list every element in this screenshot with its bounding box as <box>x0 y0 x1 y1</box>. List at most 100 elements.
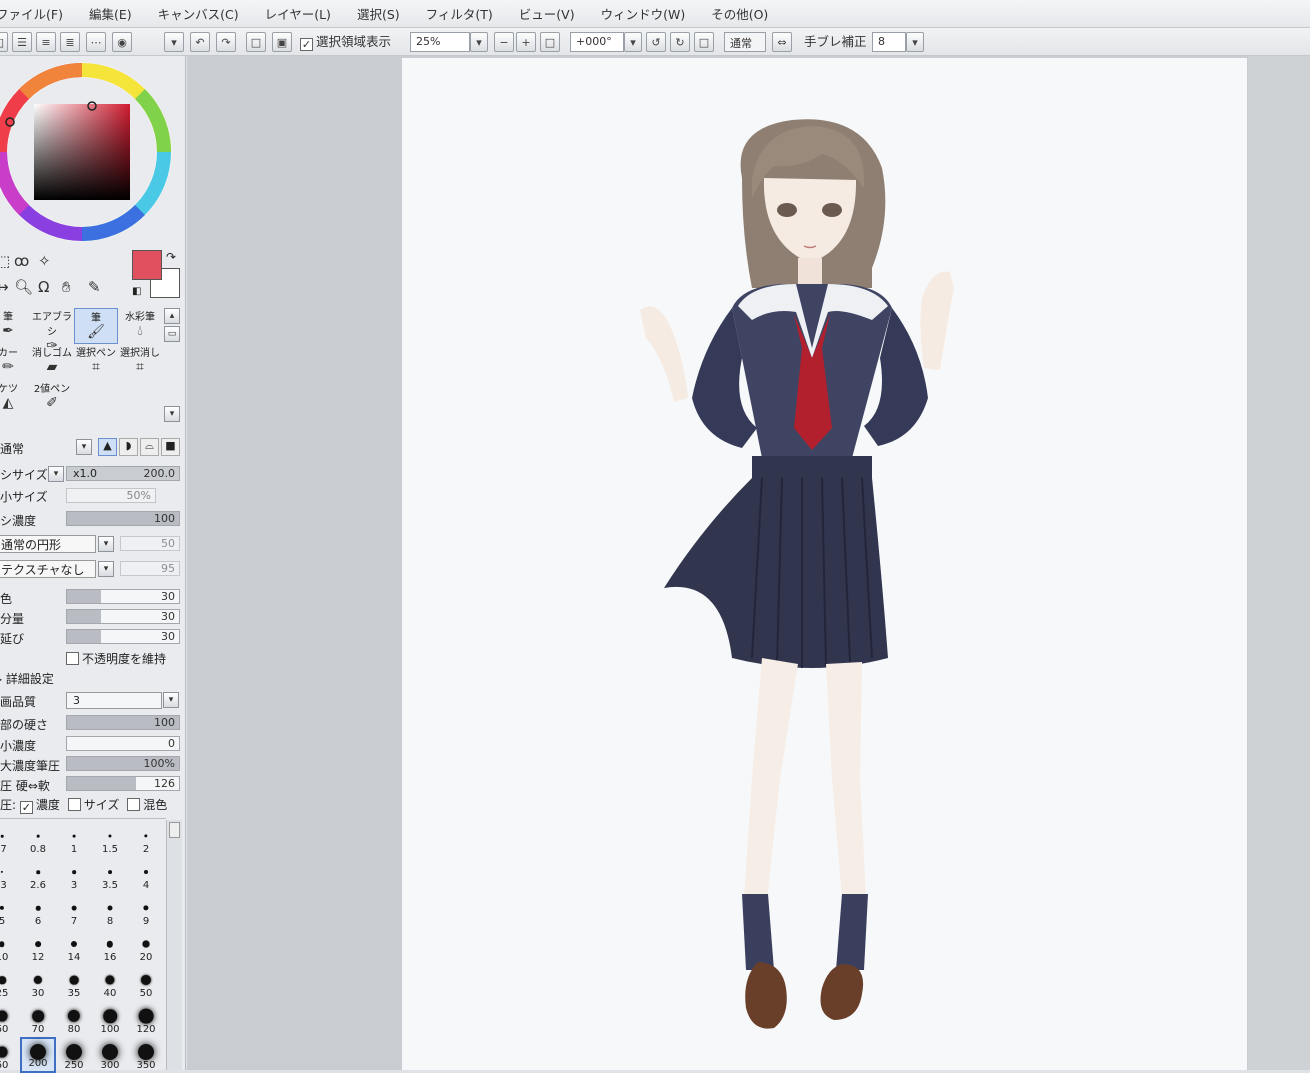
brush-preset[interactable]: 250 <box>56 1037 92 1073</box>
brush-preset[interactable]: 4 <box>128 857 164 893</box>
rotate-left-icon[interactable]: ↺ <box>646 32 666 52</box>
brush-preset[interactable]: 40 <box>92 965 128 1001</box>
mix-slider[interactable]: 30 <box>66 589 180 604</box>
tool-scroll-up-icon[interactable]: ▴ <box>164 308 180 324</box>
rotation-field[interactable]: +000° <box>570 32 624 52</box>
pressure-density-checkbox[interactable]: ✓ <box>19 801 33 814</box>
brush-preset[interactable]: 9 <box>128 893 164 929</box>
tool-brush[interactable]: 筆 🖌︎ <box>74 308 118 344</box>
hand-icon[interactable]: ✋︎ <box>62 278 71 296</box>
menu-select[interactable]: 選択(S) <box>357 4 400 23</box>
panel-layout-icon[interactable]: ▯ <box>0 32 8 52</box>
tool-select-erase[interactable]: 選択消し ⌗ <box>118 344 162 380</box>
rotate-right-icon[interactable]: ↻ <box>670 32 690 52</box>
brush-preset[interactable]: 0.8 <box>20 821 56 857</box>
brush-preset[interactable]: 25 <box>0 965 20 1001</box>
color-wheel[interactable] <box>0 60 174 244</box>
primary-color-swatch[interactable] <box>132 250 162 280</box>
brush-texture-select[interactable]: テクスチャなし <box>0 560 96 578</box>
menu-canvas[interactable]: キャンバス(C) <box>158 4 239 23</box>
menu-layer[interactable]: レイヤー(L) <box>265 4 331 23</box>
tool-airbrush[interactable]: エアブラシ ✑ <box>30 308 74 354</box>
brush-preset[interactable]: 60 <box>0 1001 20 1037</box>
menu-window[interactable]: ウィンドウ(W) <box>601 4 686 23</box>
brush-preset[interactable]: 80 <box>56 1001 92 1037</box>
navigator-icon[interactable]: ◉ <box>112 32 132 52</box>
preset-scrollbar[interactable] <box>166 820 182 1070</box>
brush-preset[interactable]: 5 <box>0 893 20 929</box>
zoom-dropdown-icon[interactable]: ▾ <box>470 32 488 52</box>
brush-preset[interactable]: 6 <box>20 893 56 929</box>
tool-scroll-down-icon[interactable]: ▾ <box>164 406 180 422</box>
magic-wand-icon[interactable]: ✧ <box>38 252 51 270</box>
brush-preset[interactable]: 300 <box>92 1037 128 1073</box>
shape-dropdown-icon[interactable]: ▾ <box>98 536 114 552</box>
layout-grid-icon[interactable]: ⋯ <box>86 32 106 52</box>
brush-preset[interactable]: 14 <box>56 929 92 965</box>
reset-colors-icon[interactable]: ◧ <box>132 286 141 297</box>
menu-file[interactable]: ファイル(F) <box>0 4 63 23</box>
tool-pen[interactable]: 筆 ✒ <box>0 308 30 344</box>
max-pressure-slider[interactable]: 100% <box>66 756 180 771</box>
brush-preset[interactable]: 60 <box>0 1037 20 1073</box>
brush-preset[interactable]: 50 <box>128 965 164 1001</box>
canvas-workspace[interactable] <box>187 56 1310 1070</box>
rect-select-icon[interactable]: ⬚ <box>0 252 10 270</box>
blur-slider[interactable]: 30 <box>66 629 180 644</box>
redo-icon[interactable]: ↷ <box>216 32 236 52</box>
shape-strength-slider[interactable]: 50 <box>120 536 180 551</box>
deselect-icon[interactable]: □ <box>246 32 266 52</box>
brush-preset[interactable]: 8 <box>92 893 128 929</box>
brush-preset[interactable]: 10 <box>0 929 20 965</box>
edge-sharp-icon[interactable]: ▲ <box>98 438 117 456</box>
menu-filter[interactable]: フィルタ(T) <box>426 4 493 23</box>
preset-scroll-thumb[interactable] <box>169 822 180 838</box>
brush-preset[interactable]: 16 <box>92 929 128 965</box>
tool-watercolor[interactable]: 水彩筆 💧︎ <box>118 308 162 344</box>
brush-preset[interactable]: 1 <box>56 821 92 857</box>
quality-dropdown-icon[interactable]: ▾ <box>163 692 179 708</box>
tool-binary-pen[interactable]: 2値ペン ✐ <box>30 380 74 416</box>
zoom-out-icon[interactable]: − <box>494 32 514 52</box>
brush-preset[interactable]: 30 <box>20 965 56 1001</box>
brush-preset[interactable]: 20 <box>128 929 164 965</box>
invert-selection-icon[interactable]: ▣ <box>272 32 292 52</box>
brush-preset[interactable]: 7 <box>56 893 92 929</box>
layout-rows-icon[interactable]: ☰ <box>12 32 32 52</box>
brush-density-slider[interactable]: 100 <box>66 511 180 526</box>
zoom-reset-icon[interactable]: □ <box>540 32 560 52</box>
menu-other[interactable]: その他(O) <box>711 4 768 23</box>
rotation-dropdown-icon[interactable]: ▾ <box>624 32 642 52</box>
rotation-reset-icon[interactable]: □ <box>694 32 714 52</box>
zoom-field[interactable]: 25% <box>410 32 470 52</box>
drawing-canvas[interactable] <box>402 58 1247 1070</box>
menu-edit[interactable]: 編集(E) <box>89 4 132 23</box>
menu-view[interactable]: ビュー(V) <box>519 4 575 23</box>
edge-soft-icon[interactable]: ⌓ <box>140 438 159 456</box>
texture-dropdown-icon[interactable]: ▾ <box>98 561 114 577</box>
keep-opacity-toggle[interactable]: 不透明度を維持 <box>66 650 166 667</box>
water-slider[interactable]: 30 <box>66 609 180 624</box>
min-size-slider[interactable]: 50% <box>66 488 156 503</box>
min-density-slider[interactable]: 0 <box>66 736 180 751</box>
blend-mode-field[interactable]: 通常 <box>724 32 766 52</box>
selection-show-toggle[interactable]: ✓ 選択領域表示 <box>300 32 391 52</box>
brush-preset[interactable]: 120 <box>128 1001 164 1037</box>
brush-shape-select[interactable]: 通常の円形 <box>0 535 96 553</box>
brush-preset[interactable]: 200 <box>20 1037 56 1073</box>
brush-preset[interactable]: 3 <box>56 857 92 893</box>
flip-icon[interactable]: ⇔ <box>772 32 792 52</box>
rotate-icon[interactable]: Ω <box>38 278 49 296</box>
move-icon[interactable]: ↔ <box>0 278 9 296</box>
zoom-in-icon[interactable]: + <box>516 32 536 52</box>
brush-preset[interactable]: 350 <box>128 1037 164 1073</box>
zoom-icon[interactable]: 🔍︎ <box>14 278 33 296</box>
tool-marker[interactable]: カー ✏ <box>0 344 30 380</box>
panel-dropdown-icon[interactable]: ▾ <box>164 32 184 52</box>
size-dropdown-icon[interactable]: ▾ <box>48 466 64 482</box>
swap-colors-icon[interactable]: ↷ <box>166 250 176 264</box>
stabilizer-dropdown-icon[interactable]: ▾ <box>906 32 924 52</box>
lasso-icon[interactable]: ꝏ <box>14 252 29 270</box>
hardness-slider[interactable]: 100 <box>66 715 180 730</box>
brush-preset[interactable]: 12 <box>20 929 56 965</box>
